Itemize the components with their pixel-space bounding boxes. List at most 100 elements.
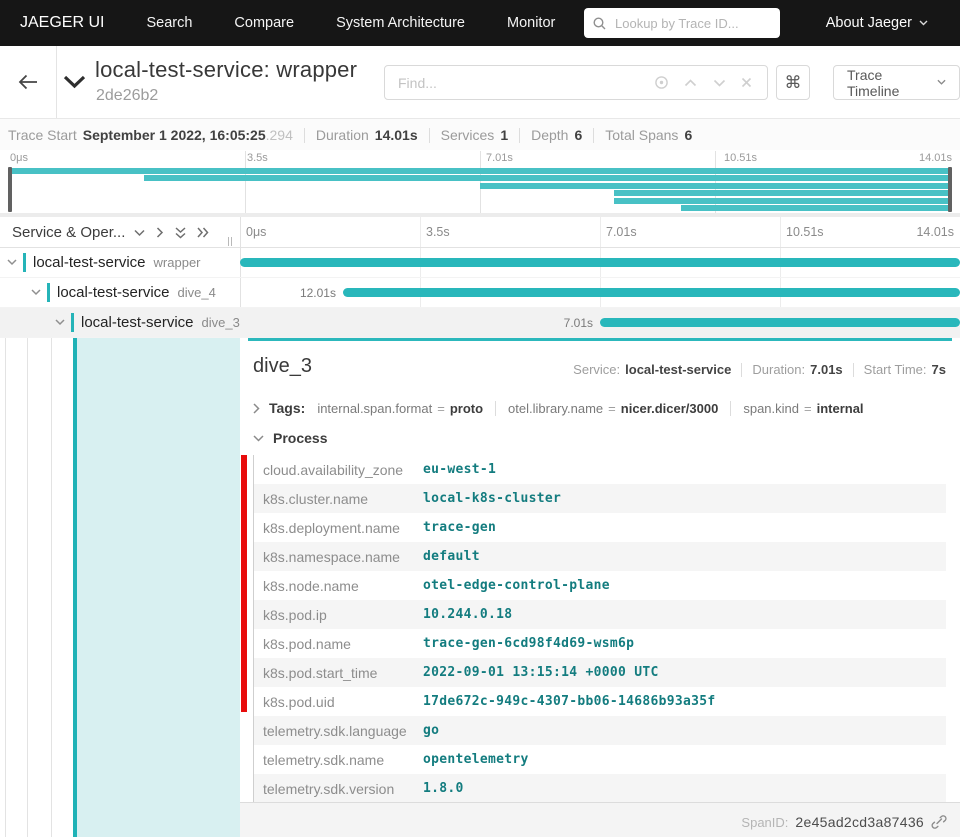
minimap-tick: 3.5s — [247, 152, 268, 164]
tag-equals: = — [608, 401, 616, 416]
minimap-span-graph[interactable] — [10, 167, 950, 212]
divider — [741, 363, 742, 377]
service-color-tick — [23, 253, 26, 272]
nav-item-system-architecture[interactable]: System Architecture — [336, 15, 465, 31]
minimap-span-bar — [614, 190, 950, 196]
minimap-range-handle-right[interactable] — [948, 167, 952, 212]
process-key: k8s.pod.name — [254, 636, 423, 652]
collapse-trace-chevron[interactable] — [63, 75, 86, 89]
process-row: telemetry.sdk.languagego — [254, 716, 946, 745]
span-duration-label: 12.01s — [300, 286, 336, 300]
chevron-down-icon — [937, 79, 946, 86]
span-name-cell[interactable]: local-test-service dive_4 — [0, 278, 271, 307]
chevron-down-icon — [31, 289, 41, 296]
keyboard-shortcuts-button[interactable]: ⌘ — [776, 65, 810, 100]
depth-value: 6 — [574, 127, 582, 143]
depth-guide-line — [5, 338, 6, 837]
process-value: default — [423, 549, 480, 564]
nav-item-search[interactable]: Search — [146, 15, 192, 31]
nav-brand[interactable]: JAEGER UI — [20, 14, 104, 32]
services-label: Services — [441, 127, 495, 143]
deep-link-icon[interactable] — [931, 815, 947, 829]
minimap-tick: 10.51s — [724, 152, 757, 164]
jaeger-trace-page: JAEGER UI Search Compare System Architec… — [0, 0, 960, 837]
column-resize-grip[interactable] — [228, 237, 232, 246]
process-scroll-indicator — [241, 455, 247, 712]
collapse-all-icon[interactable] — [175, 227, 186, 239]
ruler-tick: 3.5s — [426, 225, 450, 239]
span-timeline-cell: 7.01s — [240, 308, 960, 337]
find-input[interactable] — [396, 74, 639, 92]
process-key: cloud.availability_zone — [254, 462, 423, 478]
expand-all-icon[interactable] — [197, 227, 209, 238]
expand-one-icon[interactable] — [156, 227, 164, 238]
detail-operation-name: dive_3 — [253, 355, 312, 378]
process-value: trace-gen — [423, 520, 496, 535]
trace-id-lookup-input[interactable] — [613, 15, 767, 32]
process-row: k8s.node.nameotel-edge-control-plane — [254, 571, 946, 600]
scroll-to-match-icon[interactable] — [654, 75, 669, 90]
service-name: local-test-service — [33, 254, 146, 271]
span-bar[interactable] — [600, 318, 960, 327]
span-rows: local-test-service wrapper local-test-se… — [0, 248, 960, 338]
minimap-range-handle-left[interactable] — [8, 167, 12, 212]
duration-value: 14.01s — [375, 127, 418, 143]
tags-label: Tags: — [269, 400, 305, 416]
trace-id: 2de26b2 — [96, 87, 158, 105]
minimap-span-bar — [10, 168, 950, 174]
operation-name: dive_3 — [202, 315, 240, 330]
minimap-span-bar — [480, 183, 950, 189]
timeline-header-row: Service & Oper... 0μs 3.5s 7.01s 10.51s … — [0, 217, 960, 248]
process-accordion[interactable]: Process — [253, 430, 327, 446]
process-key: k8s.namespace.name — [254, 549, 423, 565]
next-match-icon[interactable] — [713, 79, 726, 87]
about-jaeger-label: About Jaeger — [826, 15, 912, 31]
nav-item-compare[interactable]: Compare — [234, 15, 294, 31]
process-value: 17de672c-949c-4307-bb06-14686b93a35f — [423, 694, 716, 709]
process-row: k8s.namespace.namedefault — [254, 542, 946, 571]
tags-accordion[interactable]: Tags: internal.span.format = proto otel.… — [253, 400, 864, 416]
divider — [429, 128, 430, 143]
process-value: go — [423, 723, 439, 738]
minimap-span-bar — [144, 175, 950, 181]
tag-key: span.kind — [743, 401, 799, 416]
span-bar[interactable] — [343, 288, 960, 297]
divider — [593, 128, 594, 143]
divider — [495, 401, 496, 416]
span-name-cell[interactable]: local-test-service wrapper — [0, 248, 247, 277]
process-row: k8s.pod.nametrace-gen-6cd98f4d69-wsm6p — [254, 629, 946, 658]
ruler-tick: 14.01s — [916, 225, 954, 239]
process-value: 1.8.0 — [423, 781, 464, 796]
back-button[interactable] — [0, 46, 57, 118]
start-time-value: 7s — [932, 362, 946, 377]
span-timeline-cell: 12.01s — [240, 278, 960, 307]
tag-key: otel.library.name — [508, 401, 603, 416]
process-key: telemetry.sdk.language — [254, 723, 423, 739]
selected-span-highlight-column — [77, 338, 240, 837]
collapse-one-icon[interactable] — [134, 229, 145, 237]
ruler-tick: 7.01s — [606, 225, 637, 239]
trace-id-lookup-box[interactable] — [584, 8, 780, 38]
prev-match-icon[interactable] — [684, 79, 697, 87]
nav-about-jaeger[interactable]: About Jaeger — [826, 0, 928, 46]
find-controls — [639, 66, 767, 99]
minimap-tick: 7.01s — [486, 152, 513, 164]
trace-minimap[interactable]: 0μs 3.5s 7.01s 10.51s 14.01s — [0, 150, 960, 213]
trace-view-selector[interactable]: Trace Timeline — [833, 65, 960, 100]
clear-find-icon[interactable] — [741, 77, 752, 88]
process-row: k8s.pod.uid17de672c-949c-4307-bb06-14686… — [254, 687, 946, 716]
nav-item-monitor[interactable]: Monitor — [507, 15, 555, 31]
search-icon — [593, 17, 606, 30]
trace-summary-bar: Trace Start September 1 2022, 16:05:25.2… — [0, 118, 960, 151]
process-key: k8s.pod.ip — [254, 607, 423, 623]
span-row-wrapper: local-test-service wrapper — [0, 248, 960, 278]
span-row-dive4: local-test-service dive_4 12.01s — [0, 278, 960, 308]
process-key: k8s.deployment.name — [254, 520, 423, 536]
span-bar[interactable] — [240, 258, 960, 267]
tag-equals: = — [437, 401, 445, 416]
top-nav: JAEGER UI Search Compare System Architec… — [0, 0, 960, 46]
service-value: local-test-service — [625, 362, 731, 377]
operation-name: dive_4 — [178, 285, 216, 300]
process-label: Process — [273, 430, 327, 446]
depth-guide-line — [51, 338, 52, 837]
